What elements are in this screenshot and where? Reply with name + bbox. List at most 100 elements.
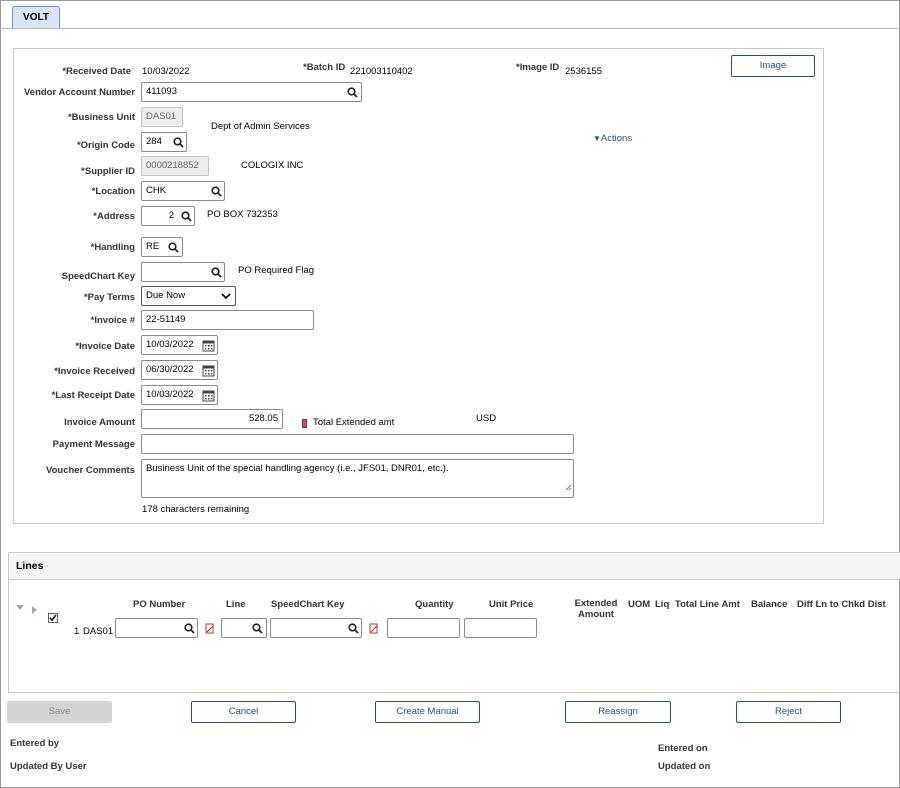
address-description: PO BOX 732353 (207, 209, 278, 220)
invoice-amount-label: Invoice Amount (64, 417, 135, 428)
payment-message-input[interactable] (141, 434, 574, 454)
invoice-received-value: 06/30/2022 (146, 364, 194, 375)
entered-by-label: Entered by (10, 738, 60, 749)
currency-code: USD (476, 413, 497, 424)
line-number: 1 (74, 626, 80, 637)
invoice-received-calendar-icon[interactable] (200, 362, 216, 378)
actions-link[interactable]: ▼Actions (593, 133, 632, 144)
origin-code-label: *Origin Code (76, 140, 135, 151)
supplier-name: COLOGIX INC (241, 160, 304, 171)
po-number-search-icon[interactable] (181, 620, 197, 636)
pay-terms-select[interactable]: Due Now (141, 286, 236, 306)
invoice-received-label: *Invoice Received (54, 366, 135, 377)
col-diff-ln-to-chkd-dist: Diff Ln to Chkd Dist (797, 599, 886, 610)
pay-terms-value: Due Now (146, 290, 186, 301)
resize-handle-icon[interactable] (565, 482, 572, 496)
col-extended-amount-line1: Extended (574, 598, 618, 609)
chars-remaining: 178 characters remaining (142, 504, 250, 515)
voucher-comments-textarea[interactable]: Business Unit of the special handling ag… (141, 459, 574, 498)
vendor-account-number-value: 411093 (146, 86, 177, 97)
line-unit-price-input[interactable] (464, 618, 537, 638)
location-search-icon[interactable] (208, 183, 224, 199)
invoice-number-value: 22-51149 (146, 314, 186, 325)
origin-code-value: 284 (146, 136, 162, 147)
speedchart-details-icon[interactable] (365, 620, 381, 636)
business-unit-input: DAS01 (141, 107, 183, 127)
invoice-date-label: *Invoice Date (75, 341, 135, 352)
handling-value: RE (146, 241, 160, 252)
batch-id-label: *Batch ID (303, 62, 346, 73)
received-date-value: 10/03/2022 (142, 66, 190, 77)
col-extended-amount: Extended Amount (573, 598, 619, 620)
reassign-button[interactable]: Reassign (565, 701, 671, 723)
po-details-icon[interactable] (201, 620, 217, 636)
col-extended-amount-line2: Amount (578, 609, 614, 620)
tab-divider (0, 28, 900, 29)
col-quantity: Quantity (415, 599, 454, 610)
supplier-id-value: 0000218852 (146, 160, 199, 171)
speedchart-search-icon[interactable] (208, 264, 224, 280)
cancel-button[interactable]: Cancel (191, 701, 296, 723)
handling-label: *Handling (90, 242, 135, 253)
supplier-id-label: *Supplier ID (81, 166, 135, 177)
received-date-label: *Received Date (62, 66, 131, 77)
chevron-down-icon (221, 287, 231, 305)
create-manual-button[interactable]: Create Manual (375, 701, 480, 723)
lines-title: Lines (16, 560, 44, 572)
vendor-account-number-label: Vendor Account Number (23, 87, 135, 98)
lines-section-header: Lines (8, 552, 900, 580)
line-search-icon[interactable] (249, 620, 265, 636)
updated-by-label: Updated By User (10, 761, 87, 772)
updated-on-label: Updated on (658, 761, 711, 772)
address-value: 2 (168, 210, 174, 221)
col-speedchart-key: SpeedChart Key (271, 599, 345, 610)
save-button[interactable]: Save (7, 701, 112, 723)
invoice-number-label: *Invoice # (90, 315, 135, 326)
location-label: *Location (91, 186, 135, 197)
voucher-comments-label: Voucher Comments (45, 465, 135, 476)
col-unit-price: Unit Price (489, 599, 534, 610)
col-liq: Liq (655, 599, 670, 610)
actions-link-label: Actions (600, 133, 633, 144)
vendor-search-icon[interactable] (344, 84, 360, 100)
col-uom: UOM (628, 599, 651, 610)
last-receipt-date-calendar-icon[interactable] (200, 387, 216, 403)
image-button[interactable]: Image (731, 55, 815, 77)
checkmark-icon (49, 614, 57, 622)
col-balance: Balance (751, 599, 788, 610)
address-search-icon[interactable] (178, 208, 194, 224)
image-id-label: *Image ID (516, 62, 560, 73)
payment-message-label: Payment Message (52, 439, 135, 450)
col-total-line-amt: Total Line Amt (675, 599, 740, 610)
po-required-flag: PO Required Flag (238, 265, 315, 276)
last-receipt-date-label: *Last Receipt Date (51, 390, 135, 401)
address-label: *Address (93, 211, 135, 222)
origin-code-search-icon[interactable] (170, 134, 186, 150)
invoice-amount-input[interactable]: 528.05 (141, 409, 283, 429)
tab-volt[interactable]: VOLT (12, 6, 60, 29)
col-po-number: PO Number (133, 599, 186, 610)
invoice-date-calendar-icon[interactable] (200, 337, 216, 353)
total-extended-amt-label: Total Extended amt (313, 417, 395, 428)
voucher-comments-value: Business Unit of the special handling ag… (146, 463, 449, 474)
invoice-amount-value: 528.05 (248, 413, 278, 424)
invoice-number-input[interactable]: 22-51149 (141, 310, 314, 330)
supplier-id-input: 0000218852 (141, 156, 209, 176)
expand-caret-icon[interactable] (32, 606, 38, 617)
line-business-unit: DAS01 (83, 626, 114, 637)
last-receipt-date-value: 10/03/2022 (146, 389, 194, 400)
line-speedchart-search-icon[interactable] (345, 620, 361, 636)
collapse-caret-icon[interactable] (16, 603, 24, 614)
handling-search-icon[interactable] (165, 239, 181, 255)
pay-terms-label: *Pay Terms (83, 292, 135, 303)
invoice-date-value: 10/03/2022 (146, 339, 194, 350)
line-select-checkbox[interactable] (48, 613, 58, 623)
batch-id-value: 221003110402 (350, 66, 413, 77)
business-unit-description: Dept of Admin Services (211, 121, 310, 132)
caret-down-icon: ▼ (593, 134, 601, 143)
total-extended-marker-icon (302, 419, 307, 428)
vendor-account-number-input[interactable]: 411093 (141, 82, 362, 102)
reject-button[interactable]: Reject (736, 701, 841, 723)
line-quantity-input[interactable] (387, 618, 460, 638)
image-id-value: 2536155 (565, 66, 602, 77)
